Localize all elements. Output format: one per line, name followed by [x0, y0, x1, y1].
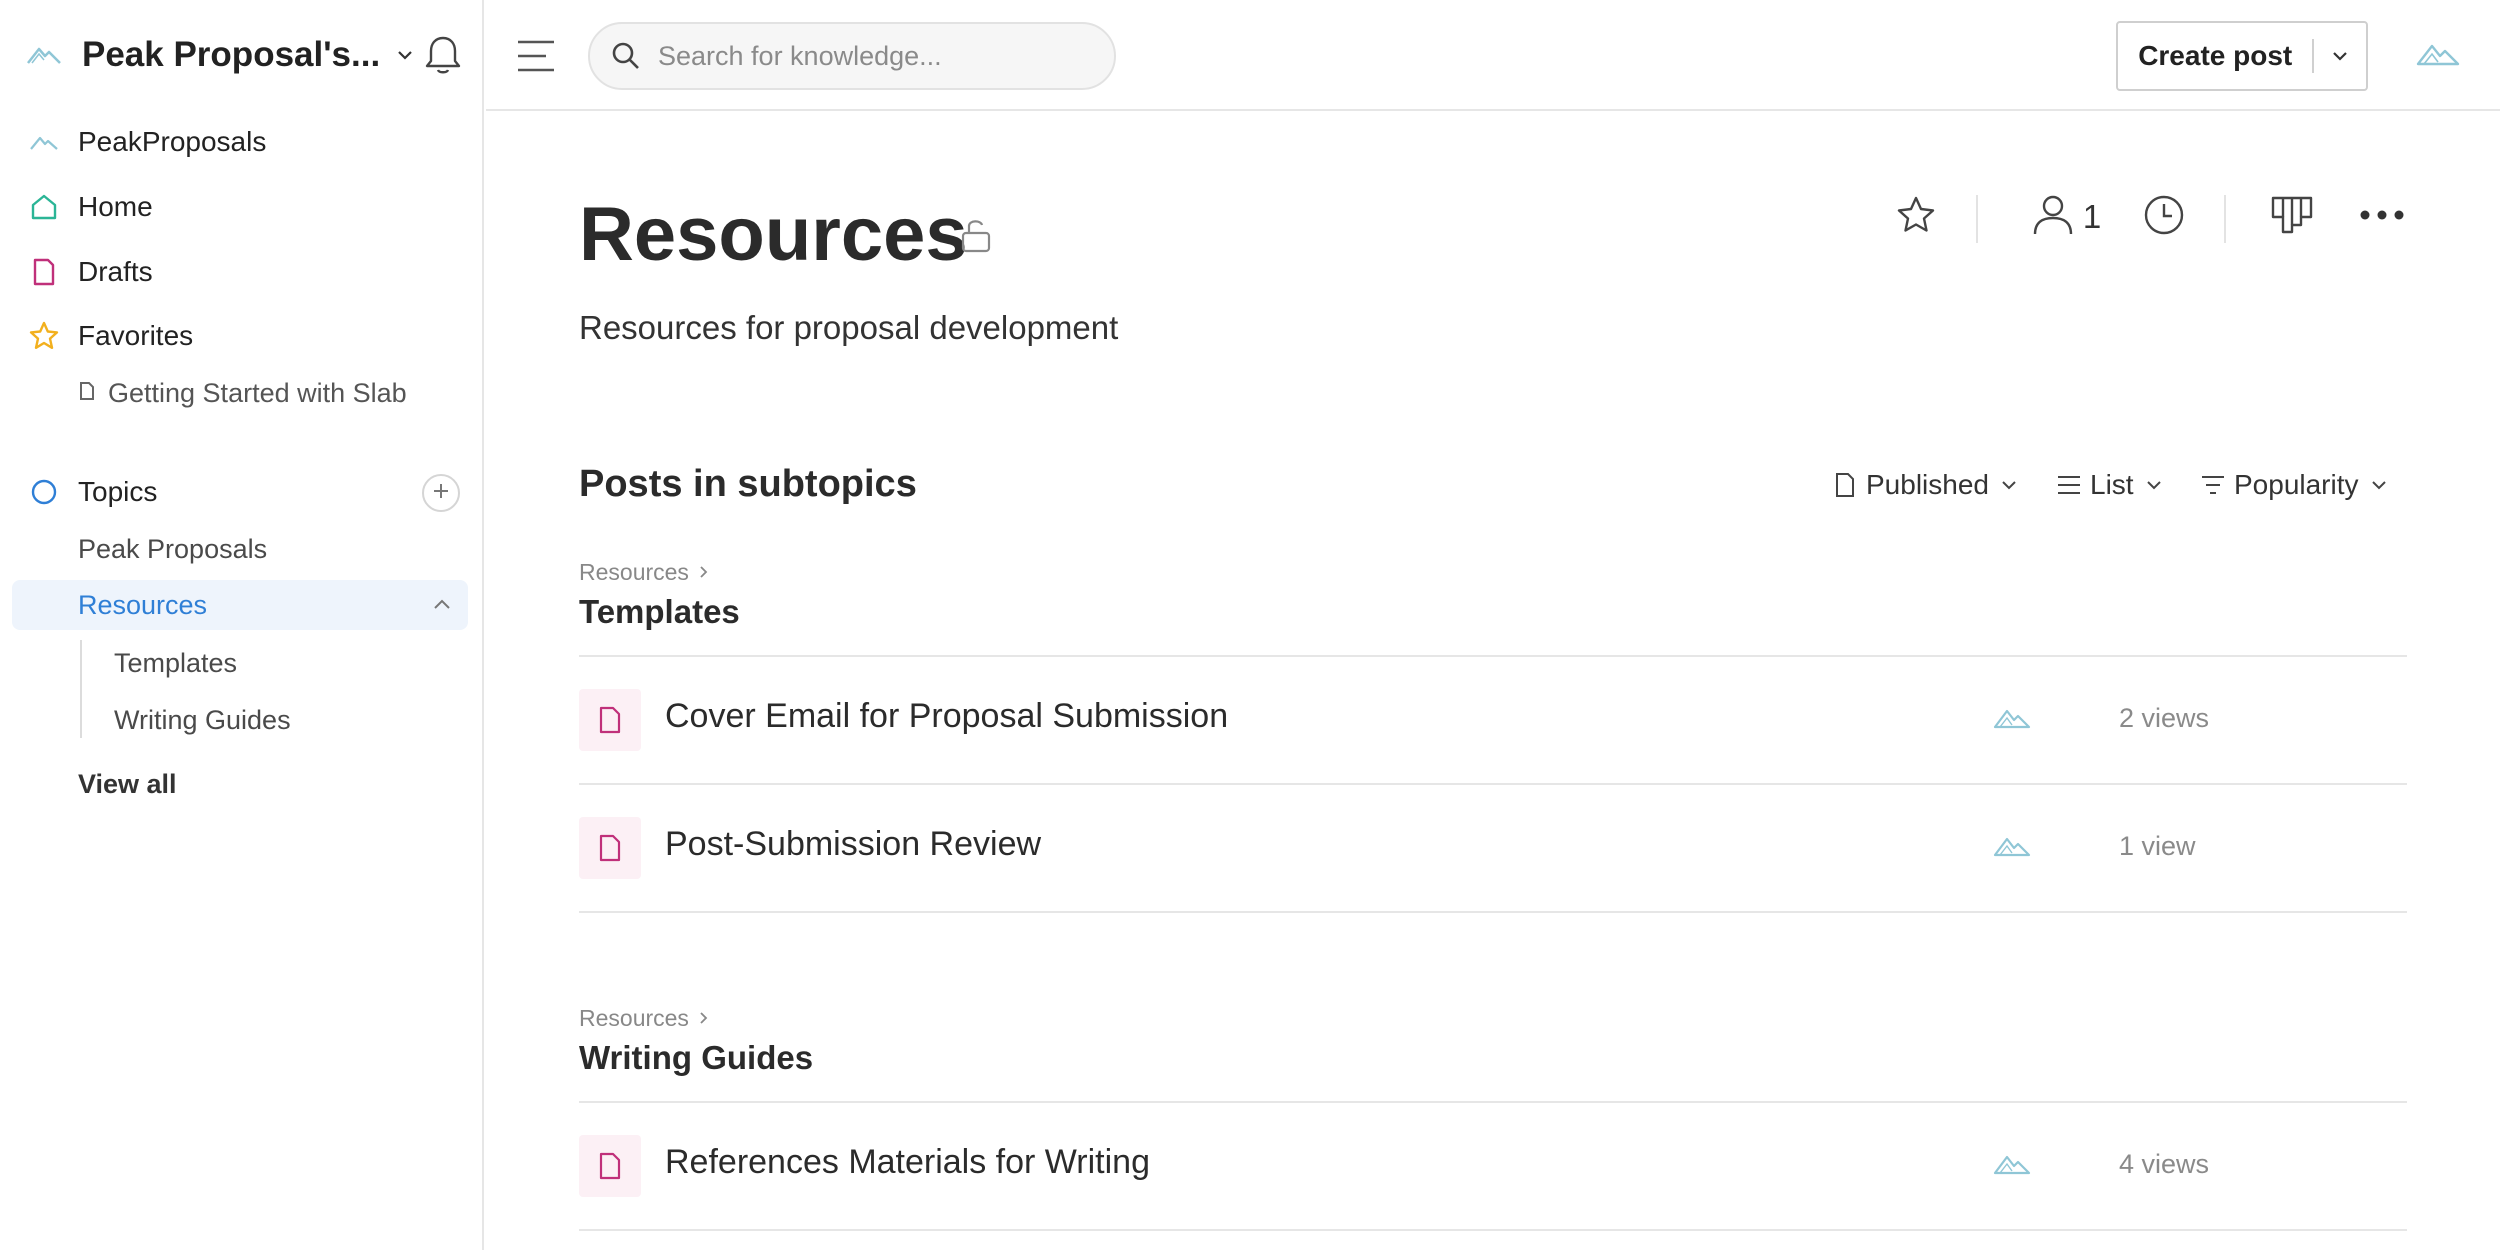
chevron-right-icon [697, 560, 711, 586]
chevron-down-icon [1999, 475, 2019, 495]
chevron-up-icon[interactable] [430, 593, 454, 617]
post-title[interactable]: Cover Email for Proposal Submission [665, 697, 1228, 736]
mountain-logo-icon [26, 43, 62, 67]
breadcrumb-item[interactable]: Resources [579, 559, 689, 586]
status-filter-label: Published [1866, 469, 1989, 500]
search-input[interactable] [658, 40, 1098, 72]
filter-icon [2200, 471, 2226, 499]
star-icon [1894, 193, 1938, 242]
favorite-item[interactable]: Getting Started with Slab [78, 372, 407, 414]
board-view-button[interactable] [2262, 187, 2322, 247]
sidebar-item-label: PeakProposals [78, 126, 267, 157]
chevron-down-icon [2369, 475, 2389, 495]
subtree-line [80, 640, 82, 738]
chevron-down-icon[interactable] [394, 44, 416, 66]
author-avatar-icon [1993, 833, 2031, 861]
menu-icon[interactable] [514, 34, 558, 78]
post-doc-icon [579, 689, 641, 751]
action-divider [1976, 195, 1978, 243]
clock-icon [2142, 193, 2186, 242]
drafts-icon [28, 256, 60, 288]
add-topic-button[interactable] [422, 474, 460, 512]
topic-item-peak-proposals[interactable]: Peak Proposals [78, 527, 267, 571]
chevron-right-icon [697, 1006, 711, 1032]
post-title[interactable]: References Materials for Writing [665, 1143, 1150, 1182]
create-post-button-group: Create post [2116, 21, 2368, 91]
user-avatar[interactable] [2416, 38, 2460, 70]
more-options-button[interactable] [2352, 187, 2412, 247]
breadcrumb-item[interactable]: Resources [579, 1005, 689, 1032]
workspace-header[interactable]: Peak Proposal's... [26, 26, 466, 84]
favorite-item-label: Getting Started with Slab [108, 377, 407, 408]
sidebar-item-favorites[interactable]: Favorites [28, 314, 193, 358]
history-button[interactable] [2134, 187, 2194, 247]
sidebar-item-label: Drafts [78, 256, 153, 287]
sort-filter[interactable]: Popularity [2200, 463, 2389, 507]
star-icon [28, 320, 60, 352]
board-icon [2270, 195, 2314, 240]
doc-icon [1832, 471, 1858, 499]
post-doc-icon [579, 1135, 641, 1197]
members-button[interactable]: 1 [2016, 187, 2116, 247]
topic-item-label: Resources [78, 589, 208, 620]
sidebar-item-label: Favorites [78, 320, 194, 351]
subtopic-title[interactable]: Templates [579, 593, 740, 631]
breadcrumb[interactable]: Resources [579, 1005, 711, 1032]
post-row[interactable]: Cover Email for Proposal Submission 2 vi… [579, 657, 2407, 785]
topic-item-resources[interactable]: Resources [12, 580, 468, 630]
sidebar-item-label: Home [78, 191, 153, 222]
search-box[interactable] [588, 22, 1116, 90]
layout-filter[interactable]: List [2056, 463, 2164, 507]
page-actions: 1 [486, 187, 2500, 247]
action-divider [2224, 195, 2226, 243]
section-title: Posts in subtopics [579, 463, 917, 505]
sidebar-item-topics[interactable]: Topics [28, 470, 157, 514]
plus-icon [431, 481, 451, 506]
status-filter[interactable]: Published [1832, 463, 2019, 507]
circle-icon [28, 476, 60, 508]
author-avatar-icon [1993, 705, 2031, 733]
chevron-down-icon[interactable] [2314, 45, 2366, 67]
view-all-topics-link[interactable]: View all [78, 762, 177, 806]
mountain-logo-icon [28, 126, 60, 158]
post-doc-icon [579, 817, 641, 879]
user-icon [2031, 192, 2075, 243]
sidebar-item-peakproposals[interactable]: PeakProposals [28, 120, 266, 164]
author-avatar-icon [1993, 1151, 2031, 1179]
post-row[interactable]: References Materials for Writing 4 views [579, 1103, 2407, 1231]
member-count: 1 [2082, 198, 2102, 235]
sidebar-item-home[interactable]: Home [28, 185, 153, 229]
chevron-down-icon [2144, 475, 2164, 495]
mountain-logo-icon [2416, 44, 2460, 74]
subtopic-item-writing-guides[interactable]: Writing Guides [114, 698, 291, 742]
create-post-button[interactable]: Create post [2118, 40, 2312, 72]
post-views: 4 views [2119, 1149, 2210, 1179]
post-views: 1 view [2119, 831, 2196, 861]
breadcrumb[interactable]: Resources [579, 559, 711, 586]
subtopic-title[interactable]: Writing Guides [579, 1039, 813, 1077]
post-row[interactable]: Post-Submission Review 1 view [579, 785, 2407, 913]
doc-icon [78, 380, 96, 407]
bell-icon[interactable] [420, 32, 466, 78]
home-icon [28, 191, 60, 223]
post-views: 2 views [2119, 703, 2210, 733]
favorite-star-button[interactable] [1886, 187, 1946, 247]
sidebar-item-drafts[interactable]: Drafts [28, 250, 153, 294]
subtopic-item-templates[interactable]: Templates [114, 641, 237, 685]
workspace-name[interactable]: Peak Proposal's... [82, 35, 380, 75]
sidebar-item-label: Topics [78, 476, 158, 507]
topic-page: Resources Resources for proposal develop… [486, 111, 2500, 1250]
search-icon [608, 38, 644, 74]
more-dots-icon [2359, 208, 2405, 226]
layout-filter-label: List [2090, 469, 2134, 500]
sort-filter-label: Popularity [2234, 469, 2359, 500]
sidebar: Peak Proposal's... PeakProposals Home Dr… [0, 0, 484, 1250]
list-icon [2056, 471, 2082, 499]
top-bar: Create post [486, 0, 2500, 111]
page-description: Resources for proposal development [579, 309, 1119, 346]
post-title[interactable]: Post-Submission Review [665, 825, 1041, 864]
